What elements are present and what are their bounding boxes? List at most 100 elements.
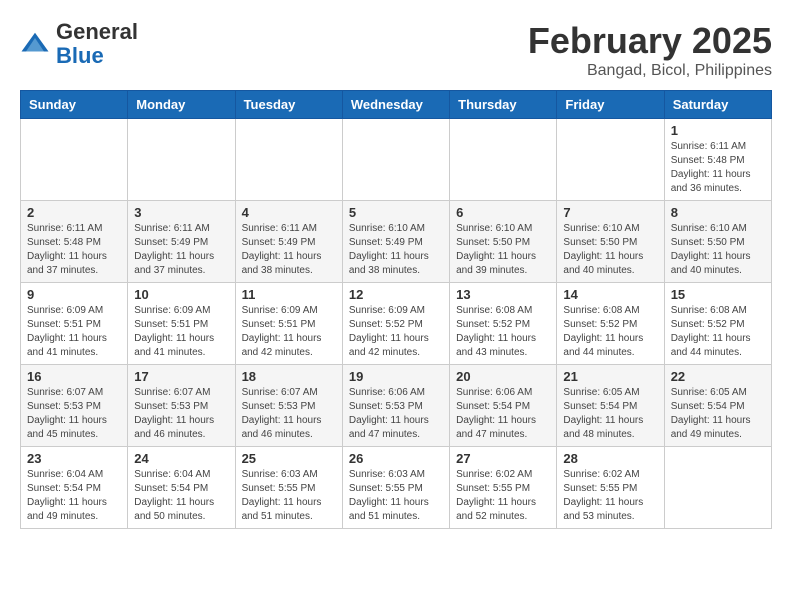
day-number: 3: [134, 205, 228, 220]
day-number: 18: [242, 369, 336, 384]
logo: General Blue: [20, 20, 138, 68]
day-info: Sunrise: 6:09 AM Sunset: 5:52 PM Dayligh…: [349, 304, 443, 360]
day-number: 23: [27, 451, 121, 466]
calendar-cell: [235, 119, 342, 201]
calendar-week-1: 2 Sunrise: 6:11 AM Sunset: 5:48 PM Daylig…: [21, 201, 772, 283]
day-info: Sunrise: 6:07 AM Sunset: 5:53 PM Dayligh…: [134, 386, 228, 442]
calendar-cell: 13 Sunrise: 6:08 AM Sunset: 5:52 PM Dayli…: [450, 283, 557, 365]
calendar-cell: 23 Sunrise: 6:04 AM Sunset: 5:54 PM Dayli…: [21, 447, 128, 529]
calendar-cell: 19 Sunrise: 6:06 AM Sunset: 5:53 PM Dayli…: [342, 365, 449, 447]
day-info: Sunrise: 6:03 AM Sunset: 5:55 PM Dayligh…: [349, 468, 443, 524]
day-info: Sunrise: 6:10 AM Sunset: 5:50 PM Dayligh…: [671, 222, 765, 278]
day-info: Sunrise: 6:11 AM Sunset: 5:48 PM Dayligh…: [27, 222, 121, 278]
day-info: Sunrise: 6:06 AM Sunset: 5:54 PM Dayligh…: [456, 386, 550, 442]
day-number: 1: [671, 123, 765, 138]
calendar-cell: [342, 119, 449, 201]
day-number: 12: [349, 287, 443, 302]
calendar-week-0: 1Sunrise: 6:11 AM Sunset: 5:48 PM Daylig…: [21, 119, 772, 201]
logo-text: General Blue: [56, 20, 138, 68]
weekday-header-wednesday: Wednesday: [342, 91, 449, 119]
day-info: Sunrise: 6:10 AM Sunset: 5:50 PM Dayligh…: [563, 222, 657, 278]
day-info: Sunrise: 6:03 AM Sunset: 5:55 PM Dayligh…: [242, 468, 336, 524]
month-title: February 2025: [528, 20, 772, 62]
calendar-cell: 25 Sunrise: 6:03 AM Sunset: 5:55 PM Dayli…: [235, 447, 342, 529]
location: Bangad, Bicol, Philippines: [528, 62, 772, 80]
calendar-cell: [450, 119, 557, 201]
day-number: 19: [349, 369, 443, 384]
day-number: 20: [456, 369, 550, 384]
day-number: 17: [134, 369, 228, 384]
day-info: Sunrise: 6:06 AM Sunset: 5:53 PM Dayligh…: [349, 386, 443, 442]
day-number: 27: [456, 451, 550, 466]
calendar-cell: [21, 119, 128, 201]
calendar-cell: 28 Sunrise: 6:02 AM Sunset: 5:55 PM Dayli…: [557, 447, 664, 529]
weekday-header-monday: Monday: [128, 91, 235, 119]
day-info: Sunrise: 6:02 AM Sunset: 5:55 PM Dayligh…: [563, 468, 657, 524]
day-number: 8: [671, 205, 765, 220]
day-info: Sunrise: 6:05 AM Sunset: 5:54 PM Dayligh…: [563, 386, 657, 442]
weekday-header-tuesday: Tuesday: [235, 91, 342, 119]
day-number: 28: [563, 451, 657, 466]
calendar-week-4: 23 Sunrise: 6:04 AM Sunset: 5:54 PM Dayli…: [21, 447, 772, 529]
calendar-cell: [664, 447, 771, 529]
calendar-cell: 4 Sunrise: 6:11 AM Sunset: 5:49 PM Daylig…: [235, 201, 342, 283]
day-info: Sunrise: 6:09 AM Sunset: 5:51 PM Dayligh…: [134, 304, 228, 360]
day-number: 26: [349, 451, 443, 466]
calendar-cell: 9 Sunrise: 6:09 AM Sunset: 5:51 PM Daylig…: [21, 283, 128, 365]
calendar-cell: 8 Sunrise: 6:10 AM Sunset: 5:50 PM Daylig…: [664, 201, 771, 283]
calendar-cell: 7 Sunrise: 6:10 AM Sunset: 5:50 PM Daylig…: [557, 201, 664, 283]
day-number: 4: [242, 205, 336, 220]
day-info: Sunrise: 6:07 AM Sunset: 5:53 PM Dayligh…: [27, 386, 121, 442]
day-info: Sunrise: 6:10 AM Sunset: 5:50 PM Dayligh…: [456, 222, 550, 278]
calendar-header: SundayMondayTuesdayWednesdayThursdayFrid…: [21, 91, 772, 119]
day-number: 2: [27, 205, 121, 220]
day-info: Sunrise: 6:04 AM Sunset: 5:54 PM Dayligh…: [27, 468, 121, 524]
weekday-header-saturday: Saturday: [664, 91, 771, 119]
day-number: 25: [242, 451, 336, 466]
calendar-cell: 18 Sunrise: 6:07 AM Sunset: 5:53 PM Dayli…: [235, 365, 342, 447]
day-info: Sunrise: 6:09 AM Sunset: 5:51 PM Dayligh…: [242, 304, 336, 360]
calendar-cell: 27Sunrise: 6:02 AM Sunset: 5:55 PM Dayli…: [450, 447, 557, 529]
calendar-week-2: 9 Sunrise: 6:09 AM Sunset: 5:51 PM Daylig…: [21, 283, 772, 365]
weekday-row: SundayMondayTuesdayWednesdayThursdayFrid…: [21, 91, 772, 119]
calendar-body: 1 Sunrise: 6:11 AM Sunset: 5:48 PM Daylig…: [21, 119, 772, 529]
day-info: Sunrise: 6:04 AM Sunset: 5:54 PM Dayligh…: [134, 468, 228, 524]
weekday-header-sunday: Sunday: [21, 91, 128, 119]
calendar-cell: 14Sunrise: 6:08 AM Sunset: 5:52 PM Dayli…: [557, 283, 664, 365]
day-number: 11: [242, 287, 336, 302]
calendar-cell: [557, 119, 664, 201]
day-number: 24: [134, 451, 228, 466]
calendar-cell: [128, 119, 235, 201]
calendar-cell: 10 Sunrise: 6:09 AM Sunset: 5:51 PM Dayli…: [128, 283, 235, 365]
day-info: Sunrise: 6:10 AM Sunset: 5:49 PM Dayligh…: [349, 222, 443, 278]
day-number: 10: [134, 287, 228, 302]
day-number: 7: [563, 205, 657, 220]
calendar-cell: 20 Sunrise: 6:06 AM Sunset: 5:54 PM Dayli…: [450, 365, 557, 447]
logo-general: General: [56, 19, 138, 44]
day-number: 13: [456, 287, 550, 302]
calendar-cell: 3 Sunrise: 6:11 AM Sunset: 5:49 PM Daylig…: [128, 201, 235, 283]
day-info: Sunrise: 6:08 AM Sunset: 5:52 PM Dayligh…: [456, 304, 550, 360]
calendar-cell: 6Sunrise: 6:10 AM Sunset: 5:50 PM Daylig…: [450, 201, 557, 283]
title-block: February 2025 Bangad, Bicol, Philippines: [528, 20, 772, 80]
logo-icon: [20, 29, 50, 59]
logo-blue: Blue: [56, 43, 104, 68]
calendar-cell: 11 Sunrise: 6:09 AM Sunset: 5:51 PM Dayli…: [235, 283, 342, 365]
calendar-cell: 1Sunrise: 6:11 AM Sunset: 5:48 PM Daylig…: [664, 119, 771, 201]
day-info: Sunrise: 6:07 AM Sunset: 5:53 PM Dayligh…: [242, 386, 336, 442]
day-info: Sunrise: 6:09 AM Sunset: 5:51 PM Dayligh…: [27, 304, 121, 360]
calendar-cell: 12 Sunrise: 6:09 AM Sunset: 5:52 PM Dayli…: [342, 283, 449, 365]
calendar-cell: 15Sunrise: 6:08 AM Sunset: 5:52 PM Dayli…: [664, 283, 771, 365]
day-info: Sunrise: 6:05 AM Sunset: 5:54 PM Dayligh…: [671, 386, 765, 442]
calendar-cell: 21 Sunrise: 6:05 AM Sunset: 5:54 PM Dayli…: [557, 365, 664, 447]
day-number: 16: [27, 369, 121, 384]
day-number: 14: [563, 287, 657, 302]
day-info: Sunrise: 6:11 AM Sunset: 5:49 PM Dayligh…: [242, 222, 336, 278]
day-number: 5: [349, 205, 443, 220]
day-number: 21: [563, 369, 657, 384]
day-number: 9: [27, 287, 121, 302]
calendar-cell: 17 Sunrise: 6:07 AM Sunset: 5:53 PM Dayli…: [128, 365, 235, 447]
calendar-cell: 22Sunrise: 6:05 AM Sunset: 5:54 PM Dayli…: [664, 365, 771, 447]
day-info: Sunrise: 6:11 AM Sunset: 5:49 PM Dayligh…: [134, 222, 228, 278]
calendar-table: SundayMondayTuesdayWednesdayThursdayFrid…: [20, 90, 772, 529]
